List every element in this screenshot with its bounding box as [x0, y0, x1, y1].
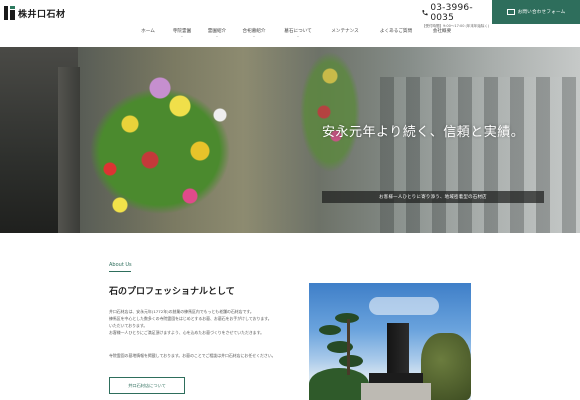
chevron-down-icon: ⌄: [215, 34, 219, 38]
chevron-down-icon: ⌄: [252, 34, 256, 38]
hero-subtitle-box: お客様一人ひとりに寄り添う、地域密着型の石材店: [322, 191, 544, 203]
chevron-down-icon: ⌄: [180, 34, 184, 38]
about-paragraph: お客様一人ひとりにご満足頂けますよう、心を込めたお墓づくりをさせていただきます。: [109, 330, 265, 335]
tel-number: 03-3996-0035: [430, 3, 473, 23]
hero-title: 安永元年より続く、信頼と実績。: [322, 125, 525, 140]
about-heading: 石のプロフェッショナルとして: [109, 287, 235, 297]
nav-item-cemetery[interactable]: 霊園紹介 ⌄: [201, 28, 233, 42]
main-nav: ホーム 寺院霊園 ⌄ 霊園紹介 ⌄ 合祀墓紹介 ⌄ 墓石について ⌄ メンテナンス よく…: [134, 28, 459, 42]
about-paragraph: いただいております。: [109, 323, 148, 328]
about-paragraph: 練馬区を中心とした数多くの寺院霊園をはじめとするお墓、お墓石をお手がけしておりま…: [109, 316, 272, 321]
hero-graves: [380, 77, 580, 233]
nav-item-temple[interactable]: 寺院霊園 ⌄: [164, 28, 200, 42]
tombstone: [387, 323, 409, 373]
hero-flowers: [70, 52, 270, 232]
about-more-label: 井口石材店について: [128, 382, 166, 388]
hero-subtitle: お客様一人ひとりに寄り添う、地域密着型の石材店: [379, 195, 487, 200]
about-divider: [109, 271, 131, 272]
chevron-down-icon: ⌄: [296, 34, 300, 38]
nav-item-gravestone[interactable]: 墓石について ⌄: [277, 28, 319, 42]
about-photo: [309, 283, 471, 400]
logo-text: 株井口石材: [18, 9, 66, 20]
contact-form-label: お問い合わせフォーム: [517, 10, 566, 15]
about-more-button[interactable]: 井口石材店について: [109, 377, 185, 394]
site-logo[interactable]: 株井口石材: [4, 5, 66, 21]
phone-icon: [422, 10, 428, 16]
about-paragraph: 寺院霊園の墓地情報を掲載しております。お墓のことでご相談は井口石材店にお任せくだ…: [109, 353, 276, 358]
hero-banner: [0, 47, 580, 233]
tel-block[interactable]: 03-3996-0035 【受付時間】9:00〜17:00 (年末年始除く): [421, 3, 491, 29]
about-paragraph: 井口石材店は、安永元年(1772年)の創業の練馬区内でもっとも老舗の石材店です。: [109, 309, 254, 314]
nav-item-maintenance[interactable]: メンテナンス: [323, 28, 367, 42]
about-label: About Us: [109, 262, 132, 268]
site-header: 株井口石材 03-3996-0035 【受付時間】9:00〜17:00 (年末年…: [0, 0, 580, 47]
nav-item-joint-grave[interactable]: 合祀墓紹介 ⌄: [235, 28, 273, 42]
nav-item-company[interactable]: 会社概要: [425, 28, 459, 42]
nav-item-faq[interactable]: よくあるご質問: [373, 28, 419, 42]
nav-item-home[interactable]: ホーム: [134, 28, 162, 42]
logo-mark-icon: [4, 6, 15, 20]
mail-icon: [506, 9, 515, 15]
contact-form-button[interactable]: お問い合わせフォーム: [492, 0, 580, 24]
